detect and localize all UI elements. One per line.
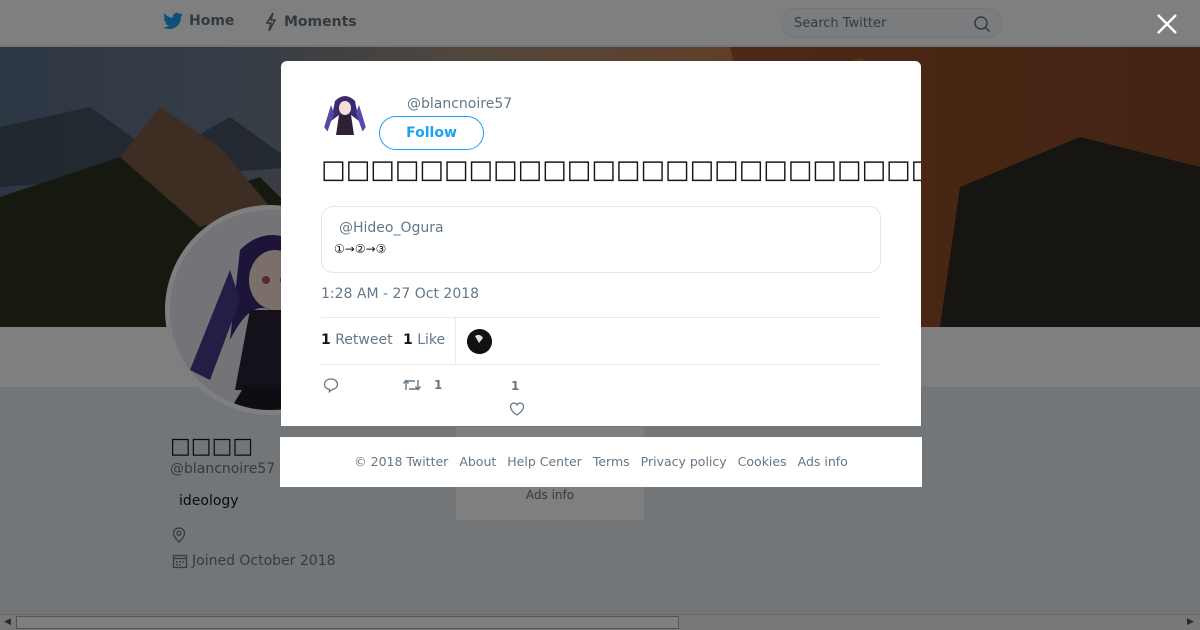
retweet-icon [402,379,422,391]
tweet-author-handle[interactable]: @blancnoire57 [407,96,512,112]
retweet-action[interactable]: 1 [402,377,442,393]
tweet-stats-bar: 1 Retweet 1 Like [321,317,881,365]
footer-links: © 2018 Twitter About Help Center Terms P… [280,454,922,469]
modal-footer: © 2018 Twitter About Help Center Terms P… [280,437,922,487]
stats-divider [455,318,456,365]
like-stat-count: 1 [403,332,413,348]
footer-ads-link[interactable]: Ads info [798,454,848,469]
liker-avatar[interactable] [467,329,492,354]
retweet-action-count: 1 [434,378,443,392]
like-stat-label: Like [417,332,446,348]
retweet-stat[interactable]: 1 Retweet [321,332,393,348]
anime-character-thumbnail-image [321,91,369,139]
liker-avatar-image [467,329,492,354]
quoted-tweet-handle: @Hideo_Ogura [339,220,444,236]
reply-action[interactable] [323,377,339,393]
like-stat[interactable]: 1 Like [403,332,445,348]
tweet-author-avatar[interactable] [321,91,369,139]
like-action-count: 1 [511,379,520,393]
retweet-stat-label: Retweet [335,332,393,348]
footer-privacy-link[interactable]: Privacy policy [641,454,727,469]
follow-button[interactable]: Follow [379,116,484,150]
close-icon[interactable] [1154,11,1180,37]
tweet-text: □□□□□□□□□□□□□□□□□□□□□□□□□□□□□□□□□□□□□□□□… [321,155,921,185]
tweet-permalink-modal: @blancnoire57 Follow □□□□□□□□□□□□□□□□□□□… [281,61,921,426]
footer-help-link[interactable]: Help Center [507,454,582,469]
heart-icon[interactable] [509,401,525,417]
reply-icon [323,378,339,393]
footer-cookies-link[interactable]: Cookies [738,454,787,469]
tweet-timestamp[interactable]: 1:28 AM - 27 Oct 2018 [321,286,479,302]
retweet-stat-count: 1 [321,332,331,348]
footer-about-link[interactable]: About [459,454,496,469]
footer-copyright: © 2018 Twitter [354,454,449,469]
footer-terms-link[interactable]: Terms [593,454,630,469]
quoted-tweet-card[interactable]: @Hideo_Ogura ①→②→③ [321,206,881,273]
quoted-tweet-text: ①→②→③ [334,242,387,256]
